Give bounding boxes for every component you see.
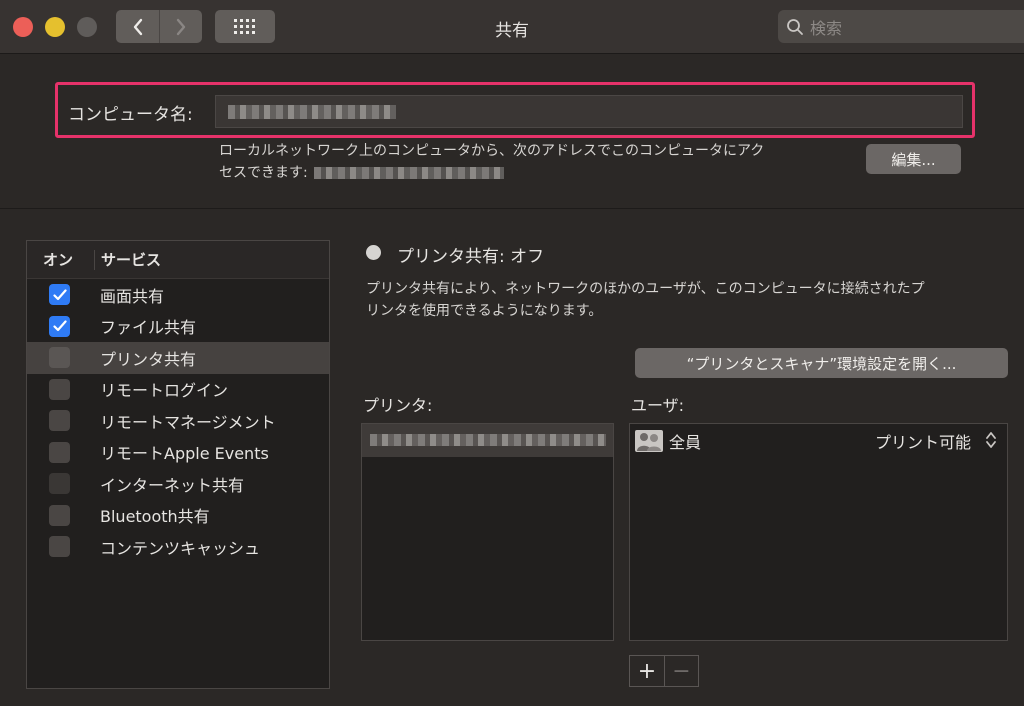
remove-user-button[interactable]: − bbox=[664, 656, 698, 686]
service-status: プリンタ共有: オフ bbox=[397, 247, 545, 267]
title-bar: 共有 検索 bbox=[0, 0, 1024, 54]
checkbox-content-caching[interactable] bbox=[49, 536, 70, 558]
service-label: ファイル共有 bbox=[100, 318, 197, 338]
checkbox-screen-sharing[interactable] bbox=[49, 284, 70, 306]
group-icon bbox=[635, 429, 663, 452]
search-icon bbox=[787, 18, 803, 35]
description-line-1: ローカルネットワーク上のコンピュータから、次のアドレスでこのコンピュータにアク bbox=[219, 143, 765, 159]
user-row[interactable]: 全員 プリント可能 bbox=[630, 424, 1007, 457]
service-row-remote-apple-events[interactable]: リモートApple Events bbox=[27, 437, 329, 469]
checkbox-file-sharing[interactable] bbox=[49, 315, 70, 337]
service-label: リモートマネージメント bbox=[100, 412, 276, 432]
computer-name-label: コンピュータ名: bbox=[68, 105, 193, 125]
permission-select[interactable]: プリント可能 bbox=[875, 429, 971, 453]
checkbox-printer-sharing[interactable] bbox=[49, 347, 70, 369]
header-service[interactable]: サービス bbox=[95, 249, 161, 270]
service-label: 画面共有 bbox=[100, 286, 165, 306]
service-label: プリンタ共有 bbox=[100, 349, 197, 369]
service-row-bluetooth-sharing[interactable]: Bluetooth共有 bbox=[27, 500, 329, 532]
up-down-arrows-icon[interactable] bbox=[985, 430, 997, 450]
search-field[interactable]: 検索 bbox=[778, 10, 1024, 43]
service-row-file-sharing[interactable]: ファイル共有 bbox=[27, 311, 329, 343]
service-label: リモートApple Events bbox=[100, 444, 269, 464]
service-row-remote-login[interactable]: リモートログイン bbox=[27, 374, 329, 406]
checkmark-icon bbox=[52, 289, 67, 300]
service-row-printer-sharing[interactable]: プリンタ共有 bbox=[27, 342, 329, 374]
checkbox-remote-login[interactable] bbox=[49, 378, 70, 400]
service-row-content-caching[interactable]: コンテンツキャッシュ bbox=[27, 531, 329, 563]
user-name: 全員 bbox=[669, 432, 702, 452]
service-row-screen-sharing[interactable]: 画面共有 bbox=[27, 279, 329, 311]
redacted-printer-name bbox=[370, 434, 606, 446]
checkbox-remote-management[interactable] bbox=[49, 410, 70, 432]
status-indicator bbox=[366, 245, 381, 260]
service-description-line-1: プリンタ共有により、ネットワークのほかのユーザが、このコンピュータに接続されたプ bbox=[366, 281, 925, 297]
checkbox-remote-apple-events[interactable] bbox=[49, 441, 70, 463]
computer-name-field[interactable] bbox=[215, 95, 963, 128]
service-list-header: オン サービス bbox=[27, 241, 329, 279]
redacted-computer-name bbox=[228, 105, 396, 119]
printer-list bbox=[361, 423, 614, 641]
service-list: オン サービス 画面共有 ファイル共有 プリンタ共有 リモートログイン リモート… bbox=[26, 240, 330, 689]
service-label: インターネット共有 bbox=[100, 475, 245, 495]
network-address-description: ローカルネットワーク上のコンピュータから、次のアドレスでこのコンピュータにアク … bbox=[219, 140, 839, 184]
service-description: プリンタ共有により、ネットワークのほかのユーザが、このコンピュータに接続されたプ… bbox=[366, 278, 1016, 322]
add-remove-buttons: + − bbox=[629, 655, 699, 687]
checkbox-bluetooth-sharing[interactable] bbox=[49, 504, 70, 526]
description-line-2-row: セスできます: bbox=[219, 162, 839, 184]
service-description-line-2: リンタを使用できるようになります。 bbox=[366, 303, 603, 319]
service-label: Bluetooth共有 bbox=[100, 507, 210, 527]
header-on[interactable]: オン bbox=[27, 249, 95, 270]
service-row-internet-sharing[interactable]: インターネット共有 bbox=[27, 468, 329, 500]
checkbox-internet-sharing[interactable] bbox=[49, 473, 70, 495]
service-label: リモートログイン bbox=[100, 381, 229, 401]
service-row-remote-management[interactable]: リモートマネージメント bbox=[27, 405, 329, 437]
checkmark-icon bbox=[52, 320, 67, 332]
redacted-address bbox=[314, 167, 505, 179]
service-label: コンテンツキャッシュ bbox=[100, 538, 261, 558]
user-list: 全員 プリント可能 bbox=[629, 423, 1008, 641]
add-user-button[interactable]: + bbox=[630, 656, 664, 686]
printer-row[interactable] bbox=[362, 424, 613, 457]
open-printers-prefs-button[interactable]: “プリンタとスキャナ”環境設定を開く... bbox=[635, 348, 1008, 378]
search-placeholder: 検索 bbox=[810, 18, 843, 38]
section-divider bbox=[0, 208, 1024, 209]
description-line-2: セスできます: bbox=[219, 165, 308, 181]
edit-button[interactable]: 編集... bbox=[866, 144, 961, 174]
users-label: ユーザ: bbox=[631, 396, 685, 415]
printers-label: プリンタ: bbox=[363, 396, 433, 415]
